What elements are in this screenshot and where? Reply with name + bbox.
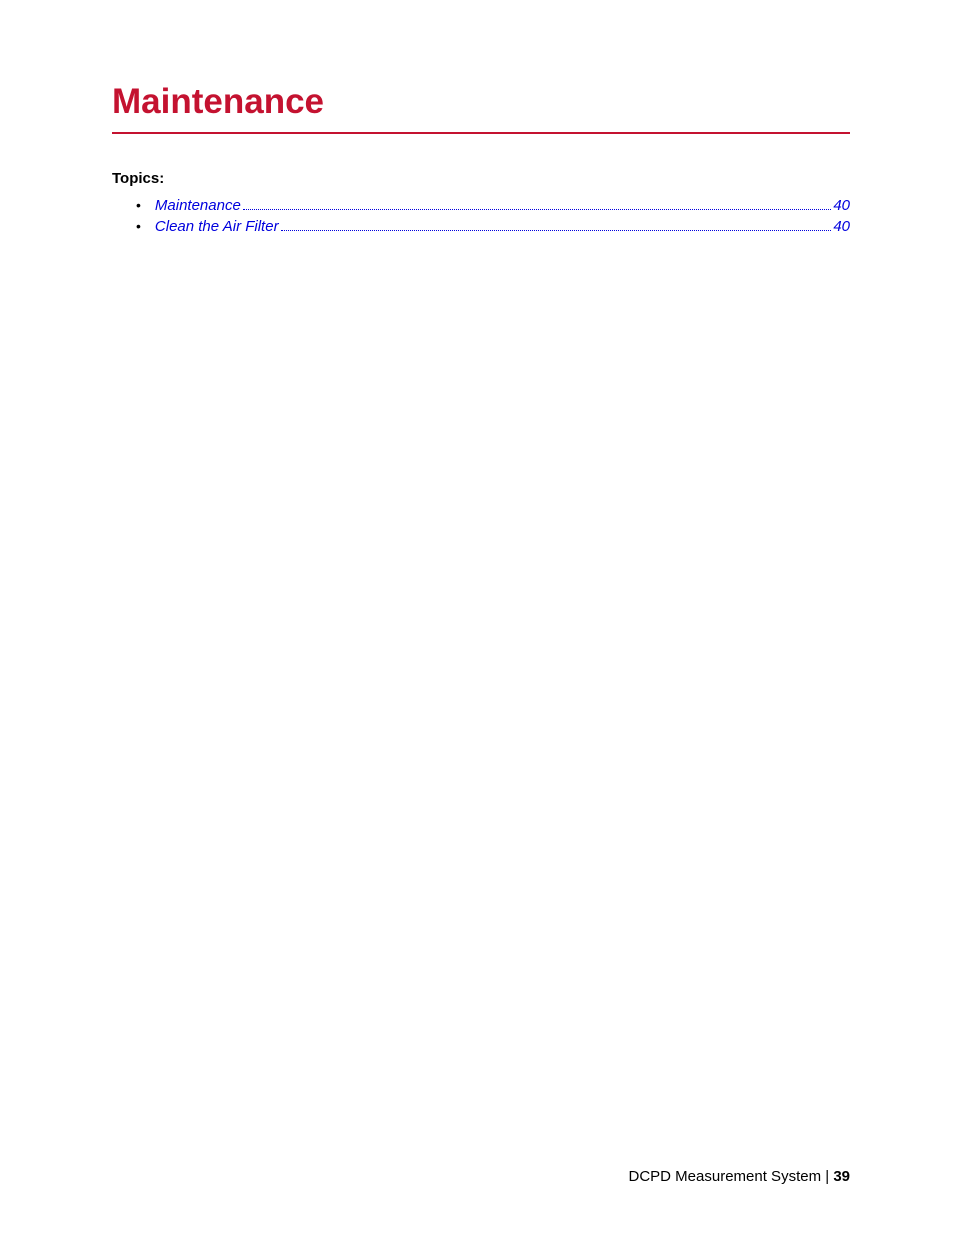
bullet-icon: • bbox=[136, 218, 141, 234]
toc-leader-dots bbox=[281, 230, 832, 231]
toc-link-maintenance[interactable]: Maintenance bbox=[155, 197, 241, 214]
toc-list: • Maintenance 40 • Clean the Air Filter … bbox=[112, 197, 850, 235]
toc-item: • Maintenance 40 bbox=[136, 197, 850, 214]
topics-heading: Topics: bbox=[112, 170, 850, 187]
toc-item: • Clean the Air Filter 40 bbox=[136, 218, 850, 235]
chapter-title: Maintenance bbox=[112, 82, 850, 134]
toc-leader-dots bbox=[243, 209, 832, 210]
footer-doc-title: DCPD Measurement System bbox=[629, 1168, 822, 1185]
footer-page-number: 39 bbox=[833, 1168, 850, 1185]
toc-page-number[interactable]: 40 bbox=[833, 218, 850, 235]
toc-page-number[interactable]: 40 bbox=[833, 197, 850, 214]
bullet-icon: • bbox=[136, 197, 141, 213]
toc-link-clean-air-filter[interactable]: Clean the Air Filter bbox=[155, 218, 279, 235]
page-footer: DCPD Measurement System | 39 bbox=[629, 1168, 850, 1185]
footer-separator: | bbox=[821, 1168, 833, 1185]
